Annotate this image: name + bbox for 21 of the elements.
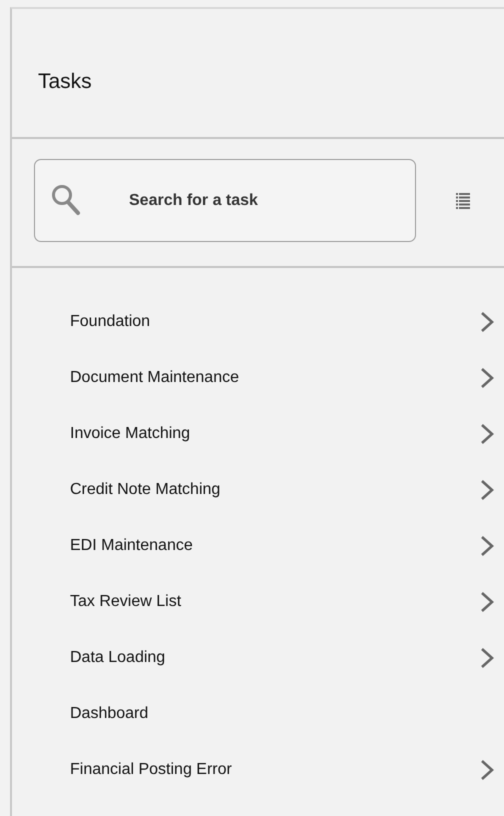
chevron-right-icon[interactable] [480,647,494,669]
task-item[interactable]: Credit Note Matching [70,478,220,502]
task-item[interactable]: Dashboard [70,702,148,726]
task-item[interactable]: Document Maintenance [70,366,239,390]
list-view-icon[interactable] [456,193,470,209]
panel-title: Tasks [12,9,504,139]
task-item[interactable]: Invoice Matching [70,422,190,446]
chevron-right-icon[interactable] [480,479,494,501]
search-icon [51,184,81,216]
search-field[interactable]: Search for a task [34,159,416,242]
chevron-right-icon[interactable] [480,759,494,781]
task-item[interactable]: Foundation [70,310,150,334]
task-item[interactable]: EDI Maintenance [70,534,193,558]
chevron-right-icon[interactable] [480,311,494,333]
chevron-right-icon[interactable] [480,367,494,389]
task-item[interactable]: Financial Posting Error [70,758,232,782]
task-item[interactable]: Data Loading [70,646,166,670]
chevron-right-icon[interactable] [480,423,494,445]
chevron-right-icon[interactable] [480,591,494,613]
task-item[interactable]: Tax Review List [70,590,182,614]
chevron-right-icon[interactable] [480,535,494,557]
